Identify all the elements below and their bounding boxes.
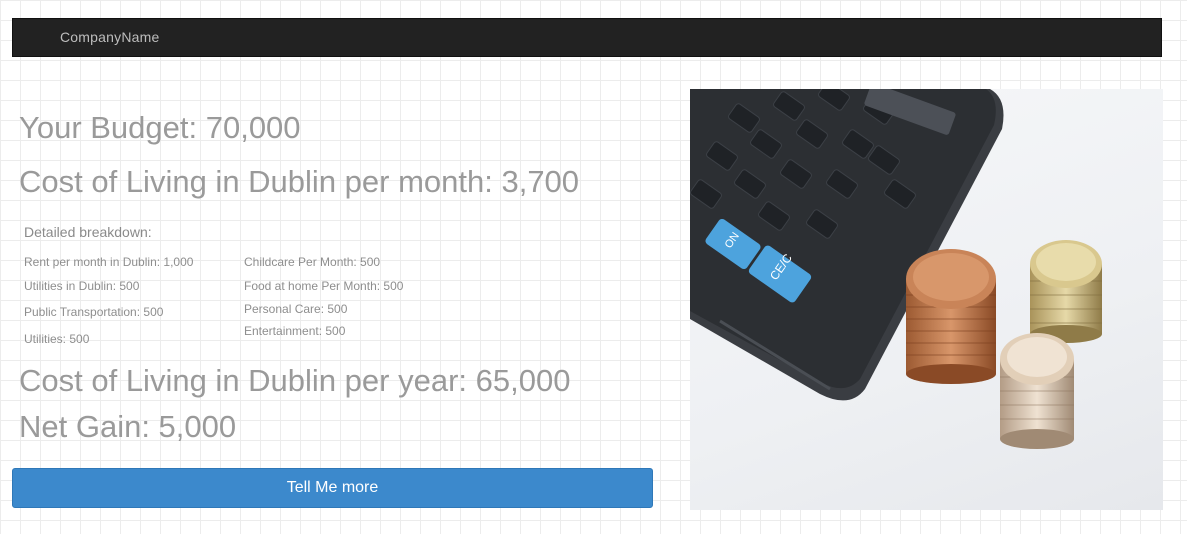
coin-stack-gold: [1030, 240, 1102, 343]
breakdown-item-rent: Rent per month in Dublin: 1,000: [24, 255, 194, 269]
breakdown-item-personal-care: Personal Care: 500: [244, 302, 348, 316]
budget-heading: Your Budget: 70,000: [19, 110, 301, 145]
brand-link[interactable]: CompanyName: [60, 29, 159, 45]
breakdown-title: Detailed breakdown:: [24, 224, 152, 240]
tell-me-more-button[interactable]: Tell Me more: [12, 468, 653, 508]
monthly-cost-heading: Cost of Living in Dublin per month: 3,70…: [19, 164, 580, 199]
coin-stack-silver: [1000, 333, 1074, 449]
calculator-coins-illustration: ON CE/C: [690, 89, 1102, 449]
breakdown-item-entertainment: Entertainment: 500: [244, 324, 346, 338]
breakdown-item-utilities-dublin: Utilities in Dublin: 500: [24, 279, 140, 293]
yearly-cost-heading: Cost of Living in Dublin per year: 65,00…: [19, 363, 571, 398]
net-gain-heading: Net Gain: 5,000: [19, 409, 237, 444]
navbar: CompanyName: [12, 18, 1162, 57]
breakdown-item-utilities: Utilities: 500: [24, 332, 90, 346]
breakdown-item-childcare: Childcare Per Month: 500: [244, 255, 381, 269]
breakdown-item-food: Food at home Per Month: 500: [244, 279, 404, 293]
breakdown-item-public-transport: Public Transportation: 500: [24, 305, 164, 319]
coin-stack-copper: [906, 249, 996, 384]
calculator-coins-image: ON CE/C: [690, 89, 1163, 510]
